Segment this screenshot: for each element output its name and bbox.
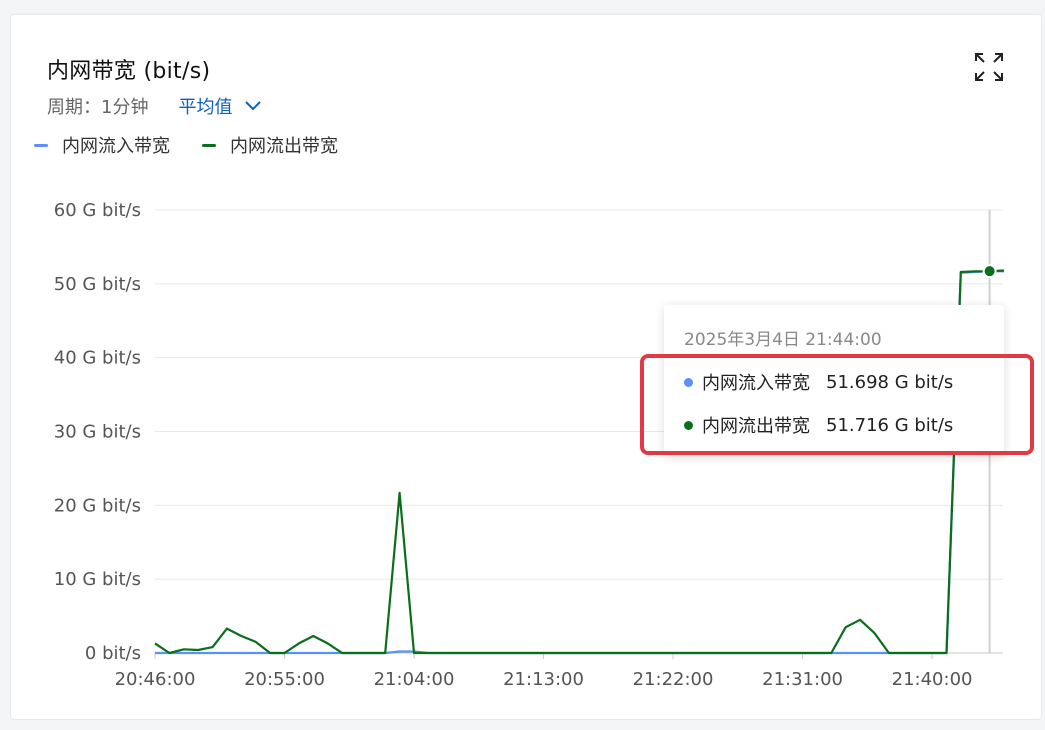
tooltip-time: 2025年3月4日 21:44:00: [684, 330, 882, 350]
x-tick-label: 21:40:00: [892, 669, 973, 690]
y-axis: 0 bit/s 10 G bit/s 20 G bit/s 30 G bit/s 40 …: [54, 200, 141, 664]
y-tick-label: 50 G bit/s: [54, 274, 141, 295]
x-tick-label: 21:04:00: [374, 669, 455, 690]
x-tick-label: 21:13:00: [503, 669, 584, 690]
y-tick-label: 10 G bit/s: [54, 569, 141, 590]
y-tick-label: 40 G bit/s: [54, 348, 141, 369]
x-tick-label: 20:55:00: [244, 669, 325, 690]
x-tick-label: 21:31:00: [762, 669, 843, 690]
y-tick-label: 0 bit/s: [85, 643, 141, 664]
y-tick-label: 30 G bit/s: [54, 422, 141, 443]
x-axis: 20:46:00 20:55:00 21:04:00 21:13:00 21:22:00…: [115, 653, 973, 690]
x-tick-label: 20:46:00: [115, 669, 196, 690]
y-tick-label: 20 G bit/s: [54, 495, 141, 516]
highlight-annotation: [640, 354, 1034, 455]
hover-point-outbound: [984, 266, 995, 277]
x-tick-label: 21:22:00: [633, 669, 714, 690]
y-tick-label: 60 G bit/s: [54, 200, 141, 221]
